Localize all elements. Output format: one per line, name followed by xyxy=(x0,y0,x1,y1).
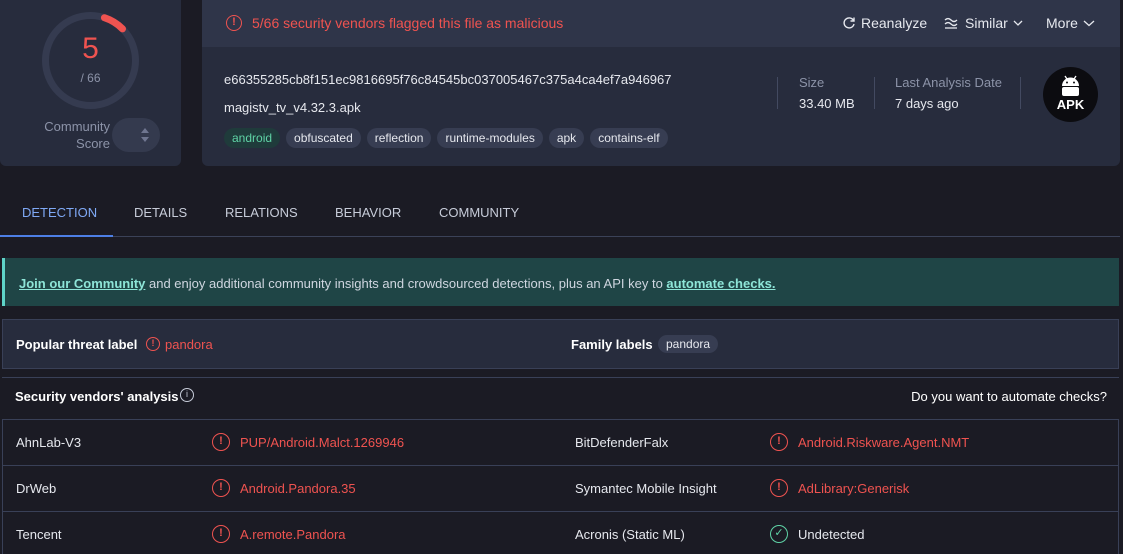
family-label-tag[interactable]: pandora xyxy=(658,335,719,353)
security-vendors-header: Security vendors' analysis i Do you want… xyxy=(2,377,1119,417)
alert-circle-icon: ! xyxy=(770,433,788,451)
vendor-name: Tencent xyxy=(16,527,62,542)
family-labels-title: Family labels xyxy=(571,337,653,352)
file-tags: android obfuscated reflection runtime-mo… xyxy=(224,128,668,148)
size-label: Size xyxy=(799,75,825,90)
file-hash[interactable]: e66355285cb8f151ec9816695f76c84545bc0370… xyxy=(224,72,671,87)
community-banner: Join our Community and enjoy additional … xyxy=(2,258,1119,306)
chevron-down-icon xyxy=(1083,20,1095,27)
reanalyze-button[interactable]: Reanalyze xyxy=(842,15,927,31)
tag[interactable]: apk xyxy=(548,128,585,148)
detection-result: Undetected xyxy=(798,527,865,542)
threat-labels-panel: Popular threat label ! pandora Family la… xyxy=(2,319,1119,369)
vendor-results-table: AhnLab-V3 ! PUP/Android.Malct.1269946 Bi… xyxy=(2,419,1119,554)
detection-result: Android.Pandora.35 xyxy=(240,481,356,496)
android-icon xyxy=(1062,75,1079,96)
more-button[interactable]: More xyxy=(1046,15,1095,31)
chevron-down-icon xyxy=(1013,20,1023,26)
similar-button[interactable]: Similar xyxy=(944,15,1023,31)
last-analysis-date-label: Last Analysis Date xyxy=(895,75,1002,90)
divider xyxy=(1020,77,1021,109)
tab-relations[interactable]: RELATIONS xyxy=(225,188,298,237)
table-row: AhnLab-V3 ! PUP/Android.Malct.1269946 Bi… xyxy=(3,420,1118,466)
join-community-link[interactable]: Join our Community xyxy=(19,276,145,291)
table-row: DrWeb ! Android.Pandora.35 Symantec Mobi… xyxy=(3,466,1118,512)
detection-result: AdLibrary:Generisk xyxy=(798,481,910,496)
tag[interactable]: runtime-modules xyxy=(437,128,543,148)
community-score-card: 5 / 66 Community Score xyxy=(0,0,181,166)
file-type-label: APK xyxy=(1056,97,1085,112)
vendor-name: Acronis (Static ML) xyxy=(575,527,685,542)
detection-result: A.remote.Pandora xyxy=(240,527,346,542)
chevron-down-icon xyxy=(141,137,149,142)
alert-circle-icon: ! xyxy=(146,337,160,351)
last-analysis-date-value: 7 days ago xyxy=(895,96,959,111)
size-value: 33.40 MB xyxy=(799,96,855,111)
similar-icon xyxy=(944,17,958,29)
malicious-alert-bar: ! 5/66 security vendors flagged this fil… xyxy=(202,0,1120,47)
file-type-badge: APK xyxy=(1043,67,1098,122)
malicious-alert-text: 5/66 security vendors flagged this file … xyxy=(252,15,564,31)
alert-circle-icon: ! xyxy=(212,479,230,497)
alert-circle-icon: ! xyxy=(770,479,788,497)
vendor-name: Symantec Mobile Insight xyxy=(575,481,717,496)
popular-threat-label-title: Popular threat label xyxy=(16,337,138,352)
file-summary-card: ! 5/66 security vendors flagged this fil… xyxy=(202,0,1120,166)
info-icon[interactable]: i xyxy=(180,388,194,402)
vendor-name: AhnLab-V3 xyxy=(16,435,82,450)
check-circle-icon: ✓ xyxy=(770,525,788,543)
file-name: magistv_tv_v4.32.3.apk xyxy=(224,100,361,115)
refresh-icon xyxy=(843,17,855,29)
tab-details[interactable]: DETAILS xyxy=(134,188,187,237)
tab-behavior[interactable]: BEHAVIOR xyxy=(335,188,401,237)
vendor-name: BitDefenderFalx xyxy=(575,435,669,450)
detection-count: 5 xyxy=(82,32,99,65)
security-vendors-title: Security vendors' analysis xyxy=(15,389,179,404)
alert-circle-icon: ! xyxy=(226,15,242,31)
automate-checks-prompt[interactable]: Do you want to automate checks? xyxy=(911,389,1107,404)
divider xyxy=(777,77,778,109)
community-vote-button[interactable] xyxy=(112,118,160,152)
detection-result: PUP/Android.Malct.1269946 xyxy=(240,435,405,450)
divider xyxy=(874,77,875,109)
detection-result: Android.Riskware.Agent.NMT xyxy=(798,435,970,450)
tab-detection[interactable]: DETECTION xyxy=(0,188,113,237)
tag[interactable]: reflection xyxy=(366,128,432,148)
popular-threat-label-value[interactable]: pandora xyxy=(165,337,213,352)
community-score-label: Community Score xyxy=(44,119,110,151)
table-row: Tencent ! A.remote.Pandora Acronis (Stat… xyxy=(3,512,1118,554)
alert-circle-icon: ! xyxy=(212,525,230,543)
report-tabs: DETECTION DETAILS RELATIONS BEHAVIOR COM… xyxy=(0,188,1120,237)
banner-text: and enjoy additional community insights … xyxy=(145,276,667,291)
alert-circle-icon: ! xyxy=(212,433,230,451)
automate-checks-link[interactable]: automate checks. xyxy=(666,276,775,291)
tag[interactable]: android xyxy=(224,128,281,148)
tag[interactable]: contains-elf xyxy=(590,128,668,148)
tag[interactable]: obfuscated xyxy=(286,128,361,148)
detection-total: / 66 xyxy=(80,71,101,85)
vendor-name: DrWeb xyxy=(16,481,57,496)
chevron-up-icon xyxy=(141,128,149,133)
tab-community[interactable]: COMMUNITY xyxy=(439,188,519,237)
